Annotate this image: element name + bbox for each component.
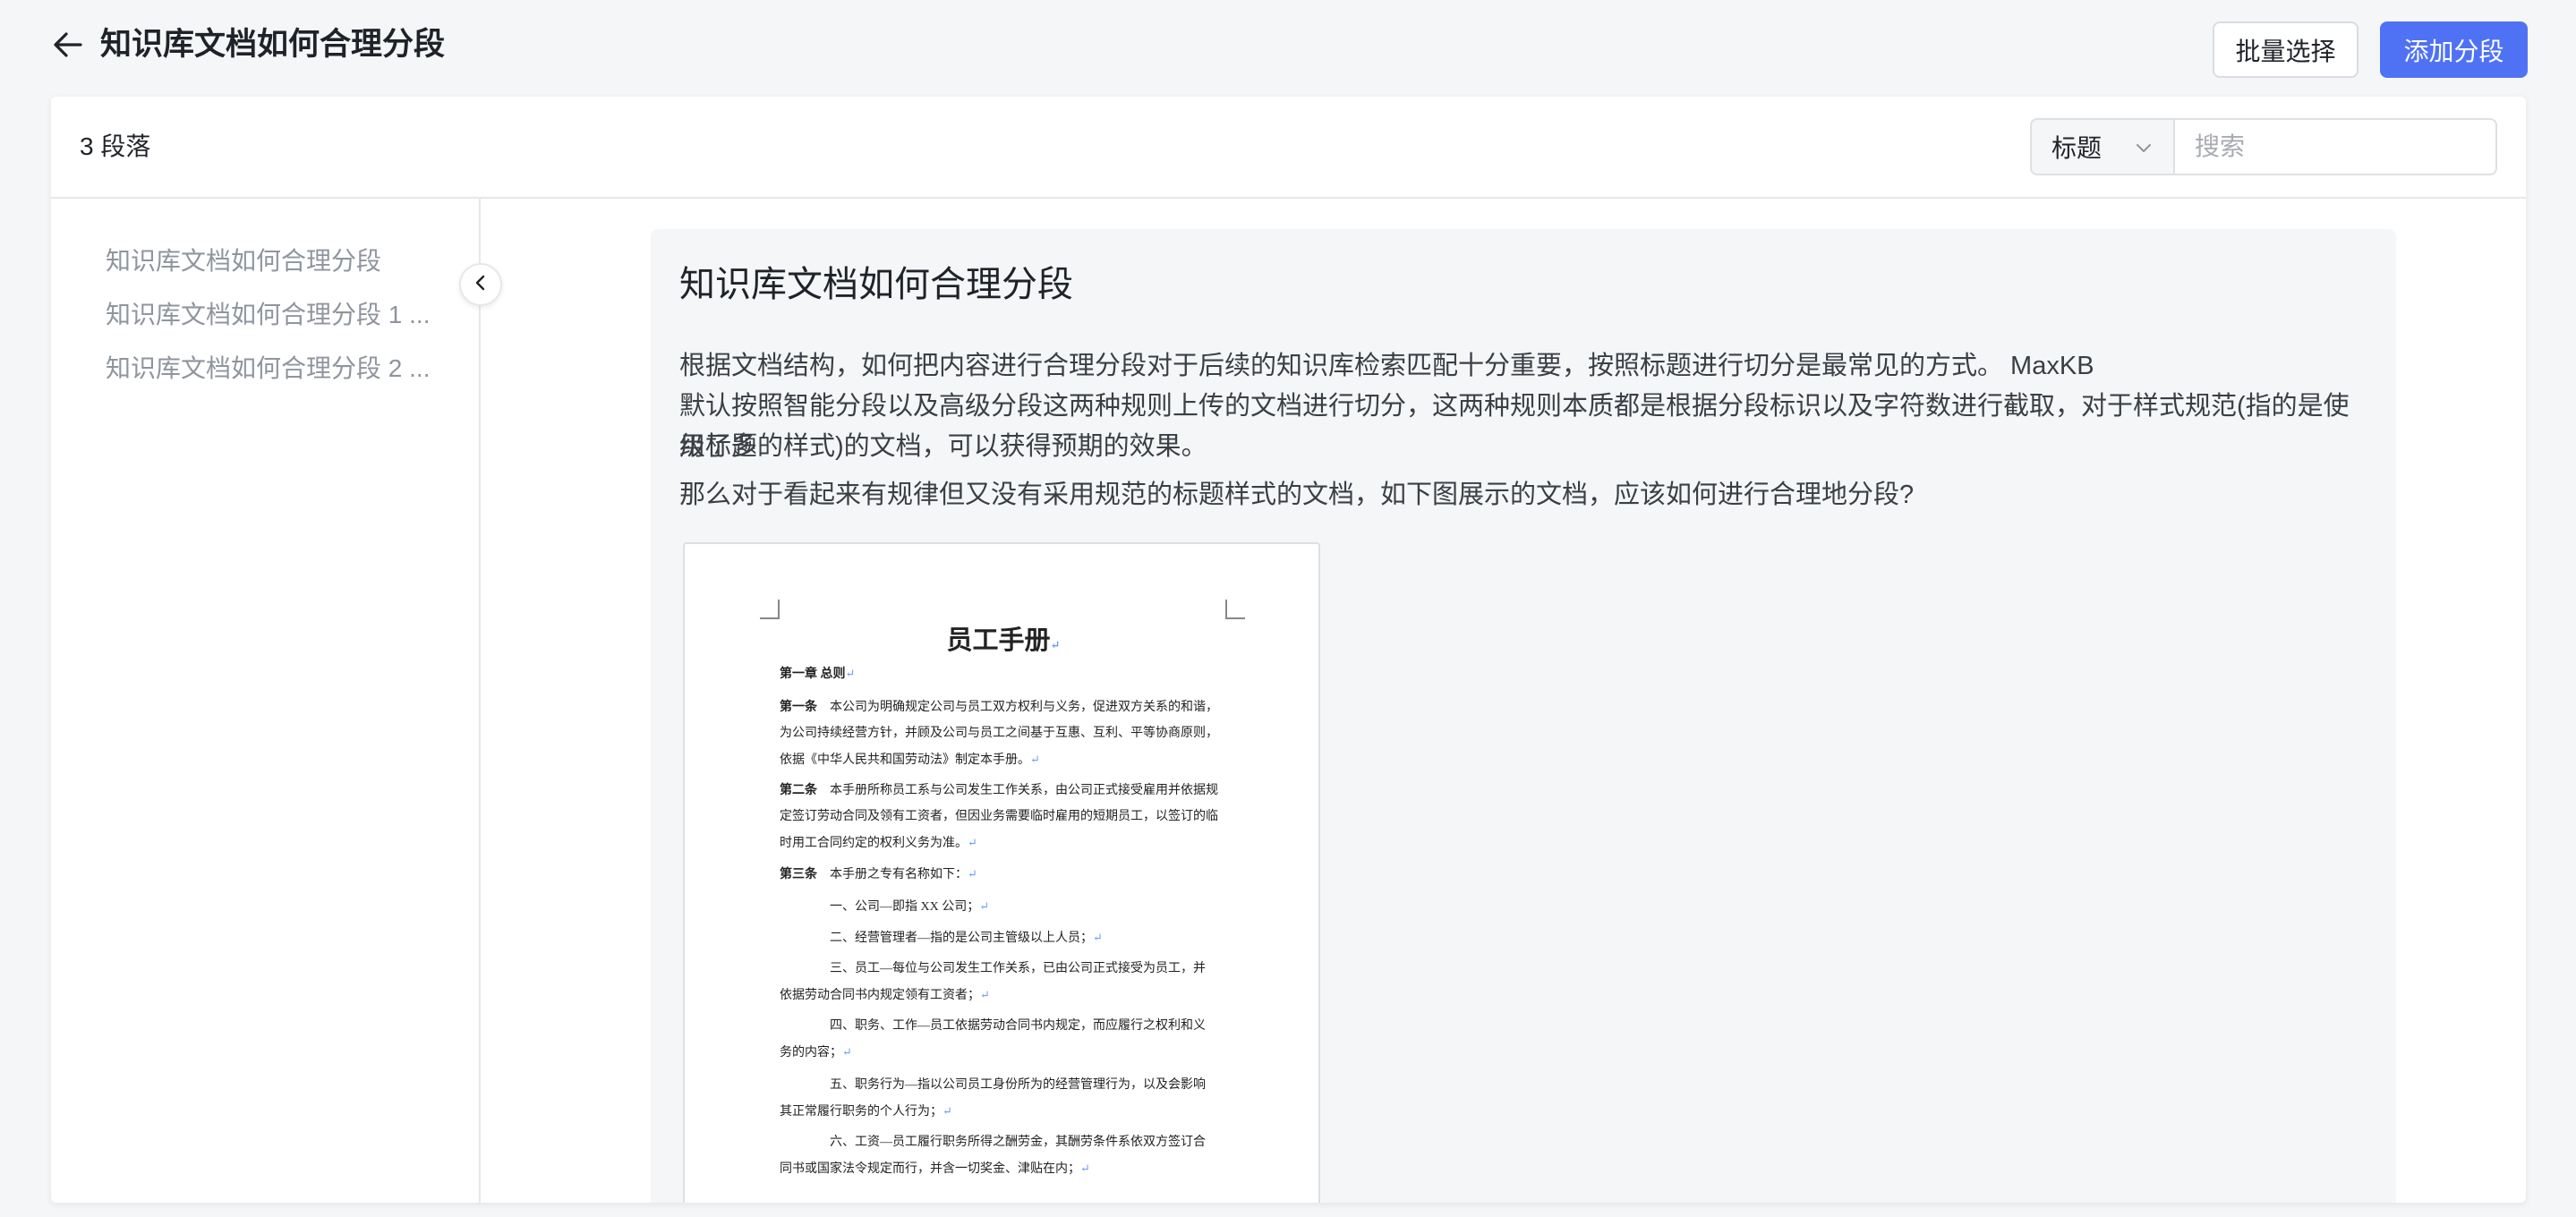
back-arrow-icon[interactable]	[48, 27, 88, 63]
outline-item[interactable]: 知识库文档如何合理分段 1 ...	[106, 299, 446, 331]
card-toolbar: 3 段落 标题	[51, 97, 2526, 199]
document-image-line: 依据《中华人民共和国劳动法》制定本手册。↵	[780, 753, 1040, 767]
chevron-left-icon	[472, 274, 490, 296]
document-image-line: 三、员工—每位与公司发生工作关系，已由公司正式接受为员工，并	[780, 962, 1206, 975]
document-image-line: 务的内容；↵	[780, 1045, 852, 1060]
segment-count: 3 段落	[80, 132, 151, 160]
segment-content: 知识库文档如何合理分段 根据文档结构，如何把内容进行合理分段对于后续的知识库检索…	[651, 229, 2396, 1203]
document-image-line: 时用工合同约定的权利义务为准。↵	[780, 836, 977, 850]
collapse-sidebar-button[interactable]	[459, 263, 502, 306]
segment-title: 知识库文档如何合理分段	[679, 265, 1073, 304]
document-image-line: 同书或国家法令规定而行，并含一切奖金、津贴在内；↵	[780, 1162, 1090, 1176]
document-image-line: 四、职务、工作—员工依据劳动合同书内规定，而应履行之权利和义	[780, 1019, 1206, 1033]
document-image-line: 第三条 本手册之专有名称如下：↵	[780, 867, 977, 881]
outline-item[interactable]: 知识库文档如何合理分段 2 ...	[106, 353, 446, 385]
document-image-line: 第一条 本公司为明确规定公司与员工双方权利与义务，促进双方关系的和谐，	[780, 701, 1218, 714]
crop-mark	[1225, 600, 1245, 619]
search-field-select[interactable]: 标题	[2030, 118, 2175, 175]
paragraph-line: 那么对于看起来有规律但又没有采用规范的标题样式的文档，如下图展示的文档，应该如何…	[679, 481, 1915, 509]
document-image-line: 依据劳动合同书内规定领有工资者；↵	[780, 988, 990, 1002]
segments-card: 3 段落 标题 知识库文档如何合理分段 知识库文档如何合理分段 1 ... 知识…	[51, 97, 2526, 1203]
document-image-chapter: 第一章 总则↵	[780, 667, 856, 681]
paragraph-line: 级标题的样式)的文档，可以获得预期的效果。	[679, 432, 1207, 461]
document-image-line: 第二条 本手册所称员工系与公司发生工作关系，由公司正式接受雇用并依据规	[780, 784, 1218, 797]
document-image: 员工手册↵ 第一章 总则↵ 第一条 本公司为明确规定公司与员工双方权利与义务，促…	[683, 542, 1320, 1203]
chevron-down-icon	[2134, 138, 2154, 162]
page-title: 知识库文档如何合理分段	[100, 27, 446, 62]
document-image-line: 一、公司—即指 XX 公司；↵	[780, 899, 990, 914]
crop-mark	[760, 600, 780, 619]
document-image-line: 二、经营管理者—指的是公司主管级以上人员；↵	[780, 931, 1103, 945]
batch-select-button[interactable]: 批量选择	[2213, 21, 2358, 78]
document-image-line: 六、工资—员工履行职务所得之酬劳金，其酬劳条件系依双方签订合	[780, 1136, 1206, 1149]
document-image-line: 其正常履行职务的个人行为；↵	[780, 1104, 952, 1119]
document-image-line: 五、职务行为—指以公司员工身份所为的经营管理行为，以及会影响	[780, 1078, 1206, 1092]
document-image-title: 员工手册↵	[946, 626, 1061, 655]
outline-item[interactable]: 知识库文档如何合理分段	[106, 245, 446, 277]
search-input[interactable]	[2175, 118, 2497, 175]
document-image-line: 为公司持续经营方针，并顾及公司与员工之间基于互惠、互利、平等协商原则，	[780, 727, 1218, 740]
add-segment-button[interactable]: 添加分段	[2380, 21, 2528, 78]
outline-sidebar: 知识库文档如何合理分段 知识库文档如何合理分段 1 ... 知识库文档如何合理分…	[51, 199, 481, 1203]
paragraph-line: 根据文档结构，如何把内容进行合理分段对于后续的知识库检索匹配十分重要，按照标题进…	[679, 352, 2094, 380]
document-image-line: 定签订劳动合同及领有工资者，但因业务需要临时雇用的短期员工，以签订的临	[780, 810, 1218, 823]
search-field-selected: 标题	[2051, 134, 2103, 162]
page-header: 知识库文档如何合理分段 批量选择 添加分段	[0, 0, 2576, 97]
